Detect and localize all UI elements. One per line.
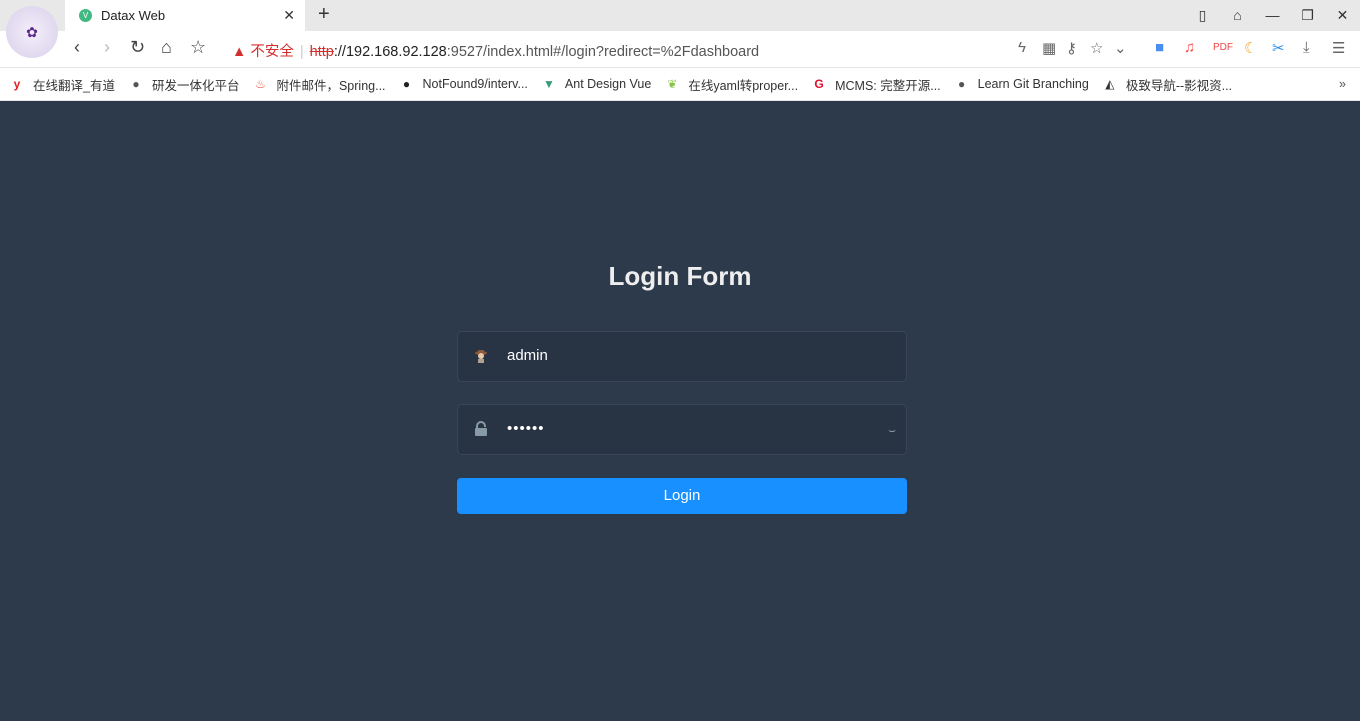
bookmark-item[interactable]: ● Learn Git Branching [955, 75, 1089, 94]
globe-icon: ● [958, 77, 966, 91]
lock-icon [475, 421, 487, 436]
flame-icon: ♨ [255, 77, 266, 91]
bookmark-item[interactable]: ● NotFound9/interv... [400, 75, 528, 94]
pdf-icon[interactable]: PDF [1213, 42, 1233, 53]
favorite-icon[interactable]: ☆ [1090, 39, 1103, 57]
tab-title: Datax Web [101, 8, 166, 23]
chevron-down-icon[interactable]: ⌄ [1114, 39, 1127, 57]
bookmark-label: Ant Design Vue [564, 77, 652, 91]
bookmark-item[interactable]: ❦ 在线yaml转proper... [665, 75, 798, 94]
key-icon[interactable]: ⚷ [1066, 39, 1077, 57]
username-value: admin [507, 347, 548, 364]
bookmark-label: NotFound9/interv... [422, 77, 528, 91]
bookmark-label: 附件邮件，Spring... [276, 78, 386, 93]
moon-icon[interactable]: ☾ [1244, 39, 1257, 57]
reload-icon[interactable]: ↻ [130, 37, 145, 58]
security-label: 不安全 [250, 44, 294, 60]
new-tab-button[interactable]: + [318, 3, 330, 26]
user-icon [475, 350, 487, 363]
login-button[interactable]: Login [457, 478, 907, 514]
lightning-icon[interactable]: ϟ [1018, 39, 1026, 56]
leaf-icon: ❦ [667, 77, 678, 91]
bookmark-label: 研发一体化平台 [151, 78, 240, 93]
qr-icon[interactable]: ▦ [1042, 39, 1056, 57]
username-input[interactable]: admin [457, 331, 907, 382]
bookmarks-bar: y 在线翻译_有道 ● 研发一体化平台 ♨ 附件邮件，Spring... ● NotFound… [0, 68, 1360, 101]
menu-icon[interactable]: ☰ [1332, 39, 1345, 57]
download-icon[interactable]: ⤓ [1303, 39, 1310, 56]
tab-strip: V Datax Web ✕ + ▯ ⌂ — ❐ ✕ [0, 0, 1360, 31]
music-icon[interactable]: ♫ [1184, 39, 1195, 56]
scissors-icon[interactable]: ✂ [1272, 39, 1285, 57]
url-field[interactable]: ▲ 不安全 | http://192.168.92.128:9527/index.h… [232, 40, 759, 61]
bookmark-label: 在线翻译_有道 [33, 78, 115, 93]
page-title: Login Form [608, 261, 752, 291]
warning-icon: ▲ [232, 44, 247, 60]
bookmark-label: Learn Git Branching [977, 77, 1089, 91]
globe-icon: ● [132, 77, 140, 91]
vue-favicon-icon: V [79, 9, 92, 22]
bookmark-item[interactable]: ♨ 附件邮件，Spring... [253, 75, 385, 94]
password-input[interactable]: •••••• ⌣ [457, 404, 907, 455]
nav-icon: ◭ [1105, 77, 1115, 91]
password-value: •••••• [507, 420, 545, 437]
more-bookmarks-icon[interactable]: » [1339, 77, 1346, 91]
mcms-icon: G [814, 77, 824, 91]
bookmark-item[interactable]: ● 研发一体化平台 [129, 75, 240, 94]
bookmark-item[interactable]: G MCMS: 完整开源... [812, 75, 941, 94]
vue-icon: ▼ [542, 77, 555, 91]
bookmark-label: MCMS: 完整开源... [835, 78, 941, 93]
minimize-button[interactable]: — [1255, 0, 1290, 31]
star-icon[interactable]: ☆ [190, 37, 206, 58]
home-icon[interactable]: ⌂ [161, 37, 172, 58]
close-tab-icon[interactable]: ✕ [283, 7, 295, 24]
bookmark-item[interactable]: ◭ 极致导航--影视资... [1103, 75, 1232, 94]
back-icon[interactable]: ‹ [74, 37, 80, 58]
forward-icon[interactable]: › [104, 37, 110, 58]
skin-icon[interactable]: ⌂ [1220, 0, 1255, 31]
url-path: :9527/index.html#/login?redirect=%2Fdash… [446, 44, 760, 60]
github-icon: ● [402, 77, 411, 91]
eye-closed-icon[interactable]: ⌣ [888, 423, 896, 438]
browser-tab[interactable]: V Datax Web ✕ [65, 0, 305, 31]
login-page: Login Form admin •••••• ⌣ Login [0, 101, 1360, 721]
bookmark-label: 极致导航--影视资... [1125, 78, 1233, 93]
close-window-button[interactable]: ✕ [1325, 0, 1360, 31]
bookmark-item[interactable]: y 在线翻译_有道 [10, 75, 115, 94]
restore-button[interactable]: ❐ [1290, 0, 1325, 31]
youdao-icon: y [13, 77, 21, 91]
url-host: ://192.168.92.128 [333, 44, 447, 60]
address-bar-row: ‹ › ↻ ⌂ ☆ ▲ 不安全 | http://192.168.92.128:95… [0, 31, 1360, 68]
bookmark-label: 在线yaml转proper... [688, 78, 799, 93]
bookmark-item[interactable]: ▼ Ant Design Vue [542, 75, 651, 94]
apps-icon[interactable]: ■ [1155, 39, 1164, 56]
url-scheme: http [309, 44, 334, 60]
sidebar-toggle-icon[interactable]: ▯ [1185, 0, 1220, 31]
user-avatar[interactable]: ✿ [6, 6, 58, 58]
